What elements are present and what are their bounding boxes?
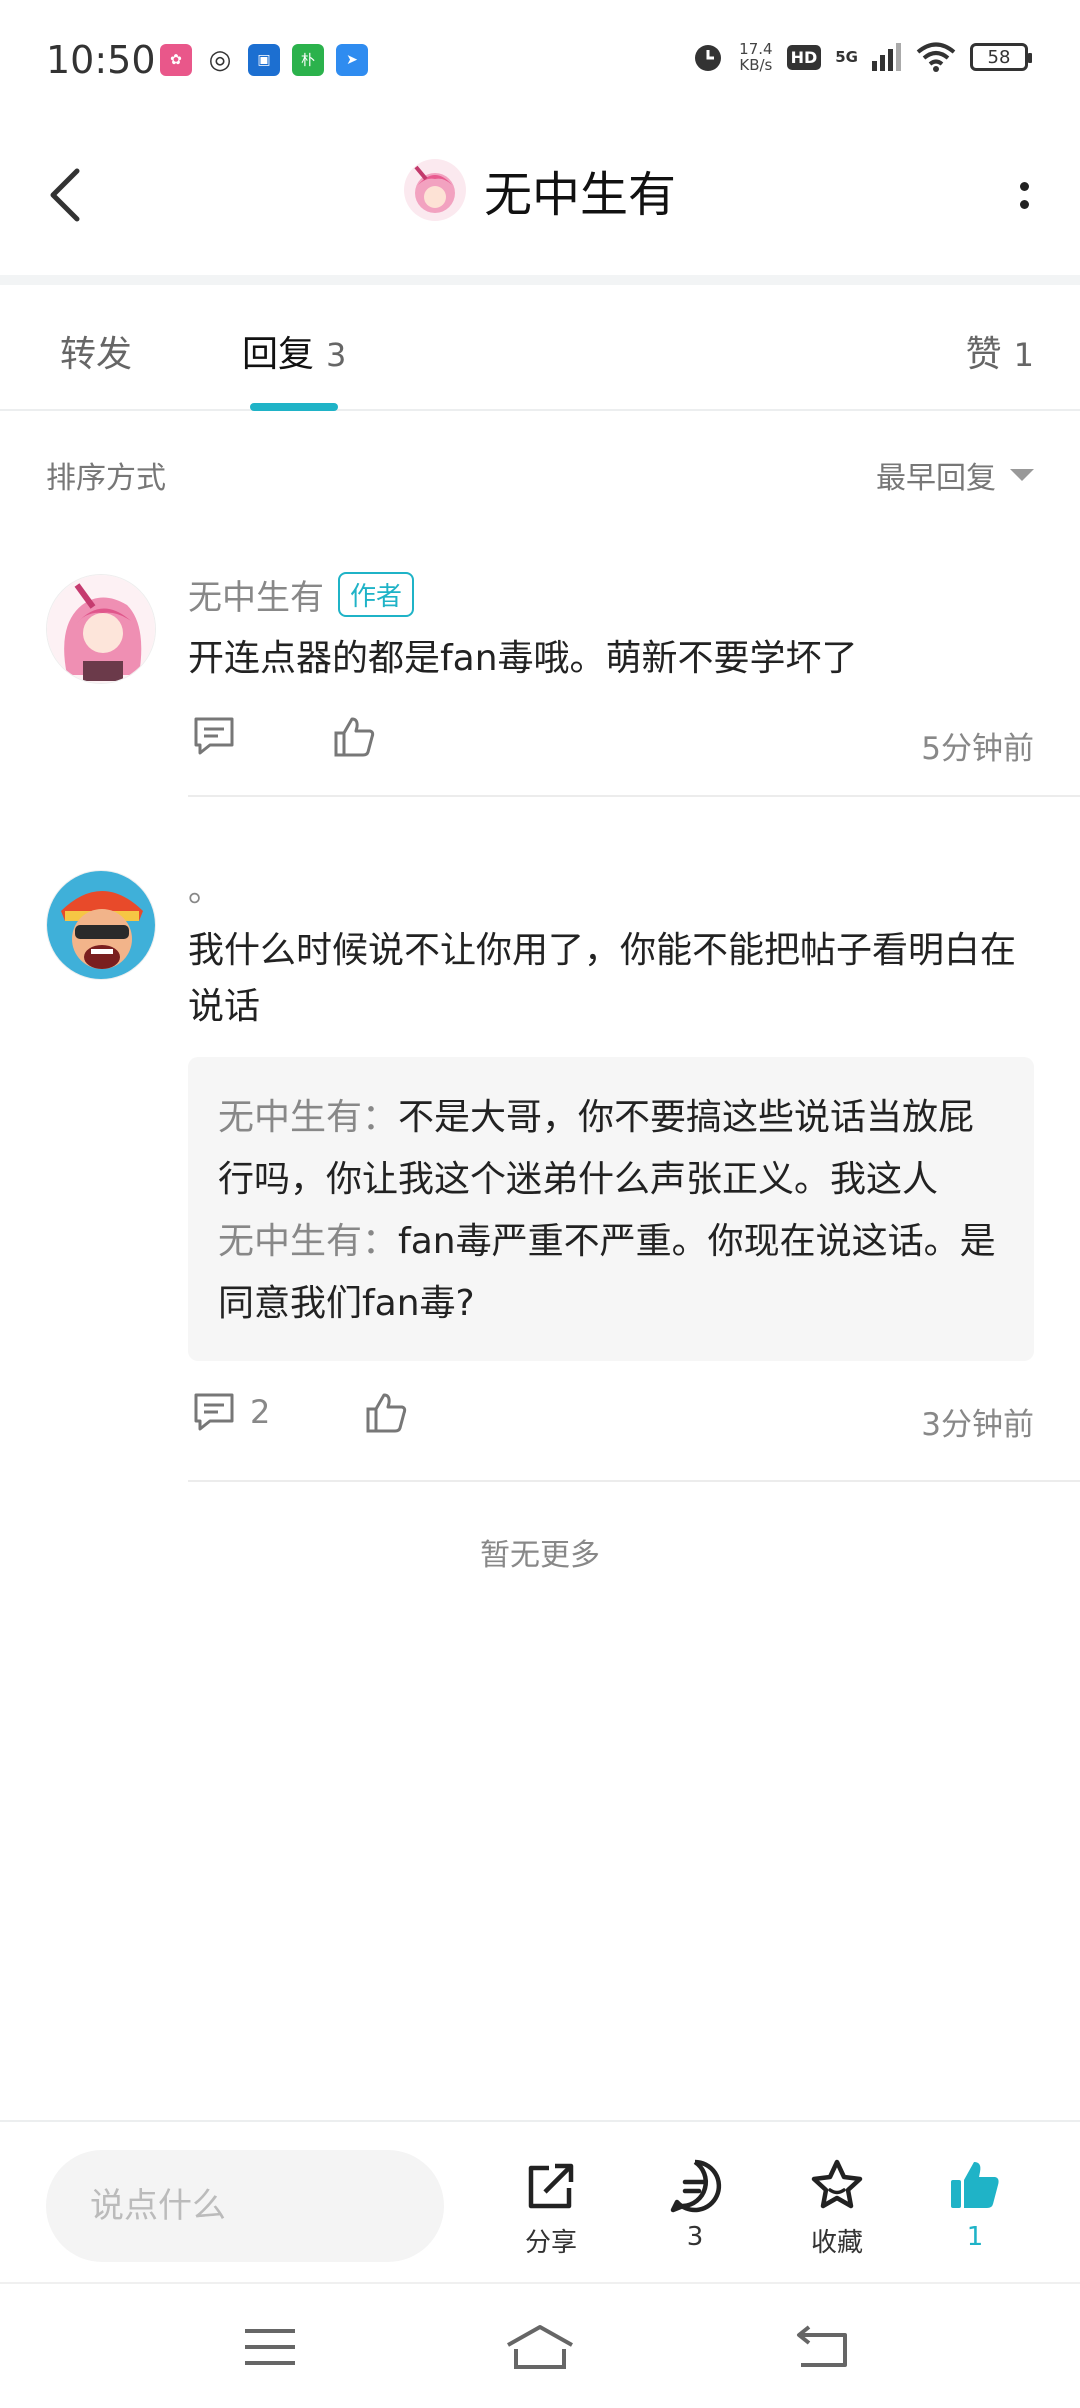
battery-indicator: 58 [970,43,1032,71]
app-notification-icon: 朴 [292,44,324,76]
more-button[interactable] [1004,165,1044,225]
reply-item: 无中生有：不是大哥，你不要搞这些说话当放屁行吗，你让我这个迷弟什么声张正义。我这… [218,1097,975,1200]
alarm-icon [695,45,722,71]
reply-button[interactable]: 2 [192,1391,270,1433]
share-button[interactable]: 分享 [496,2158,606,2259]
tab-repost[interactable]: 转发 [60,325,132,377]
network-speed: 17.4 KB/s [739,40,773,74]
status-indicators: 17.4 KB/s HD 5G 58 [691,40,1032,74]
home-icon [507,2325,573,2369]
avatar[interactable] [46,870,156,980]
status-time: 10:50 [46,38,156,82]
tab-bar: 转发 回复 3 赞1 [0,285,1080,411]
like-post-button[interactable]: 1 [920,2158,1030,2252]
comment-text[interactable]: 我什么时候说不让你用了，你能不能把帖子看明白在说话 [188,923,1034,1035]
reply-count: 2 [250,1393,271,1431]
tab-indicator [250,403,338,411]
page-title: 无中生有 [483,167,676,223]
comment-username[interactable]: 。 [188,862,222,911]
comment-body: 无中生有 作者 开连点器的都是fan毒哦。萌新不要学坏了 5分钟前 [188,570,1034,775]
comment-actions: 2 3分钟前 [188,1391,1034,1451]
system-nav-bar [0,2282,1080,2408]
reply-item: 无中生有：fan毒严重不严重。你现在说这话。是同意我们fan毒? [218,1221,996,1324]
avatar[interactable] [46,574,156,684]
reply-username[interactable]: 无中生有 [218,1097,362,1138]
favorite-button[interactable]: 收藏 [782,2158,892,2259]
home-button[interactable] [500,2314,580,2380]
sort-dropdown[interactable]: 最早回复 [876,453,1034,497]
comment-username[interactable]: 无中生有 [188,570,324,619]
header-user[interactable]: 无中生有 [0,155,1080,225]
comment-input[interactable] [46,2150,444,2262]
divider [188,795,1080,797]
thumbs-up-icon [334,717,375,757]
comment-actions: 5分钟前 [188,715,1034,775]
thumbs-up-filled-icon [951,2162,999,2208]
comment-text[interactable]: 开连点器的都是fan毒哦。萌新不要学坏了 [188,631,1034,687]
header: 无中生有 [0,120,1080,270]
comment-time: 3分钟前 [921,1407,1034,1443]
like-count: 1 [966,2222,984,2252]
share-icon [528,2163,574,2209]
tab-likes[interactable]: 赞1 [966,325,1034,377]
system-back-button[interactable] [783,2314,863,2380]
more-dot [1019,181,1029,191]
replies-preview[interactable]: 无中生有：不是大哥，你不要搞这些说话当放屁行吗，你让我这个迷弟什么声张正义。我这… [188,1057,1034,1361]
comment-bubble-icon [670,2159,722,2213]
tab-replies[interactable]: 回复 3 [242,325,346,377]
reply-username[interactable]: 无中生有 [218,1221,362,1262]
comment-icon [194,1393,234,1431]
back-arrow-icon [797,2325,847,2367]
wifi-icon [916,42,956,72]
comment-time: 5分钟前 [921,731,1034,767]
signal-label: 5G [835,48,858,66]
comments-button[interactable]: 3 [640,2158,750,2252]
favorite-label: 收藏 [810,2228,863,2258]
author-badge: 作者 [338,572,415,617]
weibo-icon: ◎ [204,44,236,76]
status-bar: 10:50 ✿ ◎ ▣ 朴 ➤ 17.4 KB/s HD 5G 58 [0,0,1080,120]
app-notification-icon: ▣ [248,44,280,76]
signal-bars-icon [872,43,901,71]
comment-body: 。 我什么时候说不让你用了，你能不能把帖子看明白在说话 无中生有：不是大哥，你不… [188,862,1034,1451]
avatar [403,159,466,221]
no-more-label: 暂无更多 [480,1538,600,1573]
anime-avatar-icon [47,575,155,683]
sort-label: 排序方式 [46,461,166,496]
comment-icon [194,717,234,755]
thumbs-up-icon [366,1393,407,1433]
hd-badge: HD [786,44,822,70]
divider [188,1480,1080,1482]
triangle-down-icon [1010,469,1034,481]
share-label: 分享 [524,2228,577,2258]
bottom-action-bar: 分享 3 收藏 1 [0,2120,1080,2280]
app-notification-icon: ✿ [160,44,192,76]
star-icon [811,2159,863,2209]
like-button[interactable] [364,1391,408,1435]
app-notification-icon: ➤ [336,44,368,76]
menu-icon [245,2329,295,2365]
sort-row: 排序方式 最早回复 [46,450,1034,500]
anime-avatar-icon [403,159,466,221]
status-app-icons: ✿ ◎ ▣ 朴 ➤ [160,44,368,76]
section-divider [0,275,1080,285]
comment-header: 。 [188,862,1034,911]
game-character-avatar-icon [47,871,155,979]
reply-button[interactable] [192,715,236,757]
comments-count: 3 [686,2222,704,2252]
more-dot [1019,199,1029,209]
comment-header: 无中生有 作者 [188,570,1034,619]
recent-apps-button[interactable] [230,2314,310,2380]
like-button[interactable] [332,715,376,759]
